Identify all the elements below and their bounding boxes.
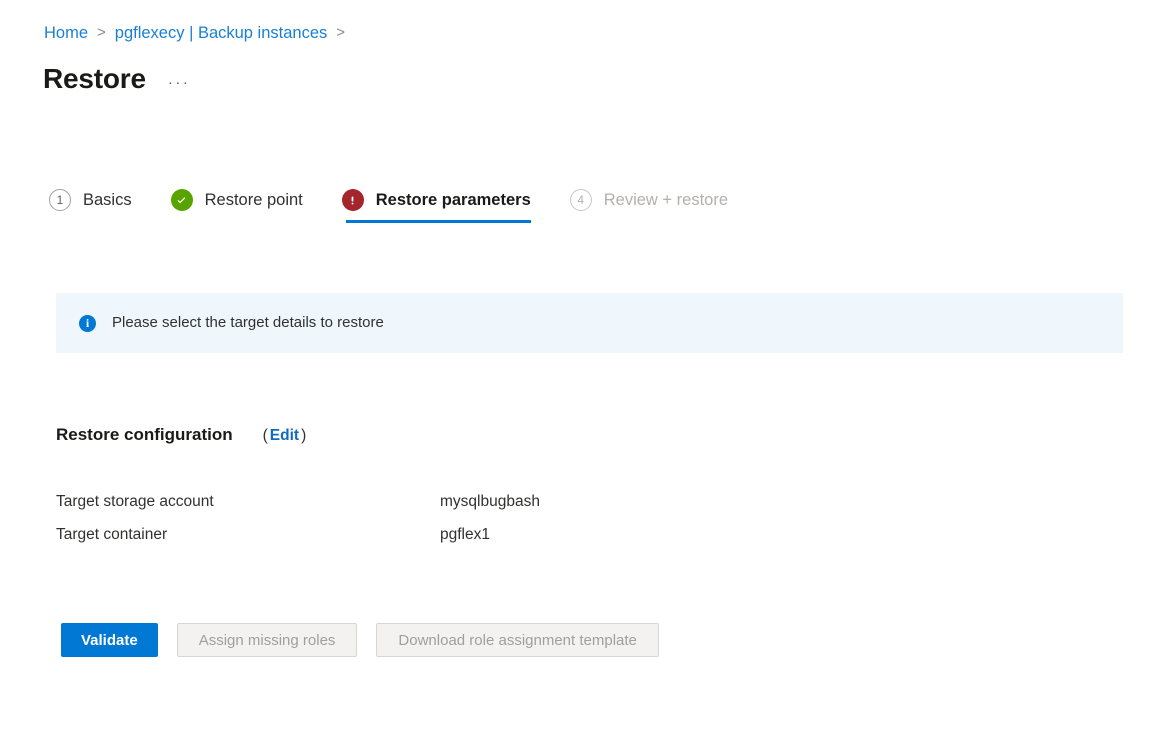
breadcrumb-item-home[interactable]: Home [44, 22, 88, 44]
breadcrumb: Home > pgflexecy | Backup instances > [44, 22, 354, 44]
info-icon: i [79, 314, 96, 332]
edit-open-paren: ( [262, 427, 268, 444]
circle-number-icon: 4 [569, 188, 593, 212]
breadcrumb-item-backup-instances[interactable]: pgflexecy | Backup instances [115, 22, 328, 44]
page-title-row: Restore ··· [43, 62, 190, 96]
wizard-step-restore-point[interactable]: Restore point [170, 188, 303, 223]
wizard-step-review-restore[interactable]: 4 Review + restore [569, 188, 728, 223]
detail-row: Target storage account mysqlbugbash [56, 491, 756, 524]
step-number-1: 1 [49, 189, 71, 211]
more-options-icon[interactable]: ··· [168, 74, 191, 91]
validate-button[interactable]: Validate [61, 623, 158, 657]
edit-close-paren: ) [301, 427, 307, 444]
info-banner: i Please select the target details to re… [56, 293, 1123, 353]
wizard-steps: 1 Basics Restore point Restore parameter… [48, 188, 728, 223]
wizard-step-basics[interactable]: 1 Basics [48, 188, 132, 223]
section-title: Restore configuration [56, 425, 233, 444]
detail-label-target-storage-account: Target storage account [56, 493, 214, 510]
info-banner-message: Please select the target details to rest… [112, 314, 384, 331]
assign-missing-roles-button[interactable]: Assign missing roles [176, 623, 358, 657]
action-buttons: Validate Assign missing roles Download r… [61, 623, 659, 657]
detail-label-target-container: Target container [56, 526, 168, 543]
edit-link-wrapper: (Edit) [263, 424, 307, 447]
detail-value-target-container: pgflex1 [440, 526, 490, 543]
restore-configuration-details: Target storage account mysqlbugbash Targ… [56, 491, 756, 557]
detail-value-target-storage-account: mysqlbugbash [440, 493, 540, 510]
wizard-step-label-review-restore: Review + restore [603, 191, 729, 209]
detail-row: Target container pgflex1 [56, 524, 756, 557]
restore-configuration-heading: Restore configuration (Edit) [56, 423, 306, 447]
restore-wizard-page: Home > pgflexecy | Backup instances > Re… [0, 0, 1150, 736]
download-role-assignment-template-button[interactable]: Download role assignment template [376, 623, 659, 657]
circle-number-icon: 1 [48, 188, 72, 212]
breadcrumb-separator-icon: > [97, 24, 106, 41]
page-title: Restore [43, 63, 146, 94]
active-tab-underline [345, 220, 531, 223]
error-circle-icon [341, 188, 365, 212]
step-number-4: 4 [569, 189, 592, 211]
wizard-step-label-basics: Basics [83, 191, 132, 209]
wizard-step-label-restore-parameters: Restore parameters [375, 191, 531, 209]
wizard-step-restore-parameters[interactable]: Restore parameters [341, 188, 531, 223]
edit-link[interactable]: Edit [270, 427, 299, 444]
breadcrumb-separator-icon: > [336, 24, 346, 41]
check-circle-icon [170, 188, 194, 212]
wizard-step-label-restore-point: Restore point [204, 191, 303, 209]
